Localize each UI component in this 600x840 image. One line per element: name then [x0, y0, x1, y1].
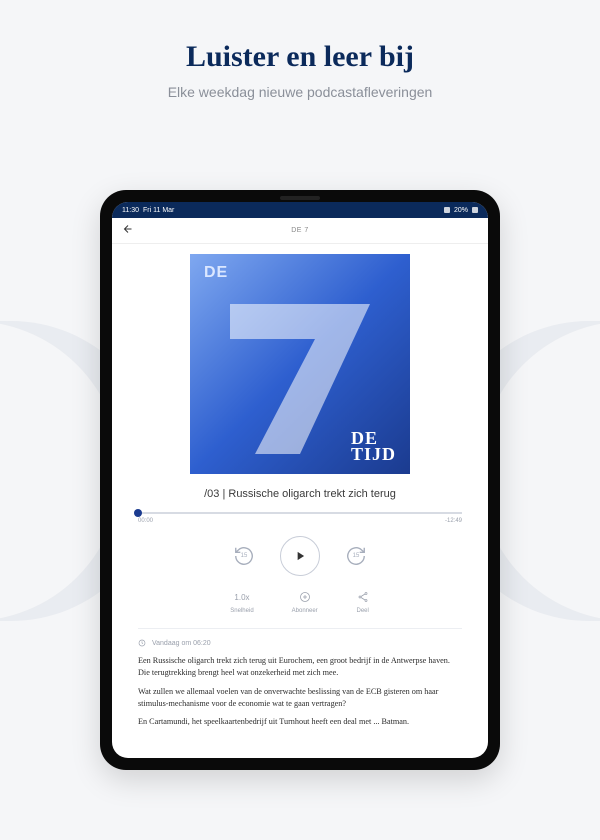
podcast-cover: DE DE TIJD: [190, 254, 410, 474]
header-title: DE 7: [291, 227, 309, 234]
wifi-icon: [444, 207, 450, 213]
clock-icon: [138, 639, 146, 647]
progress-handle[interactable]: [134, 509, 142, 517]
player-content: DE DE TIJD /03 | Russische oligarch trek…: [112, 244, 488, 758]
speed-label: Snelheid: [230, 608, 253, 614]
time-elapsed: 00:00: [138, 518, 153, 524]
promo-title: Luister en leer bij: [0, 40, 600, 74]
skip-fwd-seconds: 15: [353, 553, 360, 559]
status-bar: 11:30 Fri 11 Mar 20%: [112, 202, 488, 218]
desc-p2: Wat zullen we allemaal voelen van de onv…: [138, 686, 462, 711]
meta-actions: 1.0x Snelheid Abonneer Deel: [138, 590, 462, 614]
share-label: Deel: [357, 608, 369, 614]
speed-value: 1.0x: [235, 590, 249, 604]
episode-title: /03 | Russische oligarch trekt zich teru…: [204, 488, 396, 500]
divider: [138, 628, 462, 629]
status-time: 11:30: [122, 207, 139, 214]
promo-subtitle: Elke weekdag nieuwe podcastafleveringen: [0, 84, 600, 100]
episode-description: Een Russische oligarch trekt zich terug …: [138, 655, 462, 734]
speed-button[interactable]: 1.0x Snelheid: [230, 590, 253, 614]
subscribe-label: Abonneer: [292, 608, 318, 614]
progress-bar[interactable]: 00:00 -12:49: [138, 512, 462, 524]
desc-p1: Een Russische oligarch trekt zich terug …: [138, 655, 462, 680]
battery-icon: [472, 207, 478, 213]
tablet-notch: [280, 196, 320, 200]
plus-circle-icon: [298, 590, 312, 604]
arrow-left-icon: [122, 223, 134, 235]
share-icon: [356, 590, 370, 604]
tablet-screen: 11:30 Fri 11 Mar 20% DE 7 DE: [112, 202, 488, 758]
desc-p3: En Cartamundi, het speelkaartenbedrijf u…: [138, 716, 462, 728]
cover-brand: DE TIJD: [351, 430, 396, 462]
brand-line2: TIJD: [351, 446, 396, 462]
time-remaining: -12:49: [445, 518, 462, 524]
app-header: DE 7: [112, 218, 488, 244]
tablet-frame: 11:30 Fri 11 Mar 20% DE 7 DE: [100, 190, 500, 770]
back-button[interactable]: [122, 223, 134, 238]
timestamp-text: Vandaag om 06:20: [152, 640, 211, 647]
play-icon: [293, 549, 307, 563]
skip-back-seconds: 15: [241, 553, 248, 559]
status-date: Fri 11 Mar: [143, 207, 174, 214]
share-button[interactable]: Deel: [356, 590, 370, 614]
skip-back-button[interactable]: 15: [230, 542, 258, 570]
skip-forward-button[interactable]: 15: [342, 542, 370, 570]
timestamp-row: Vandaag om 06:20: [138, 639, 462, 647]
play-button[interactable]: [280, 536, 320, 576]
status-battery: 20%: [454, 207, 468, 214]
subscribe-button[interactable]: Abonneer: [292, 590, 318, 614]
progress-track: [138, 512, 462, 514]
playback-controls: 15 15: [230, 536, 370, 576]
